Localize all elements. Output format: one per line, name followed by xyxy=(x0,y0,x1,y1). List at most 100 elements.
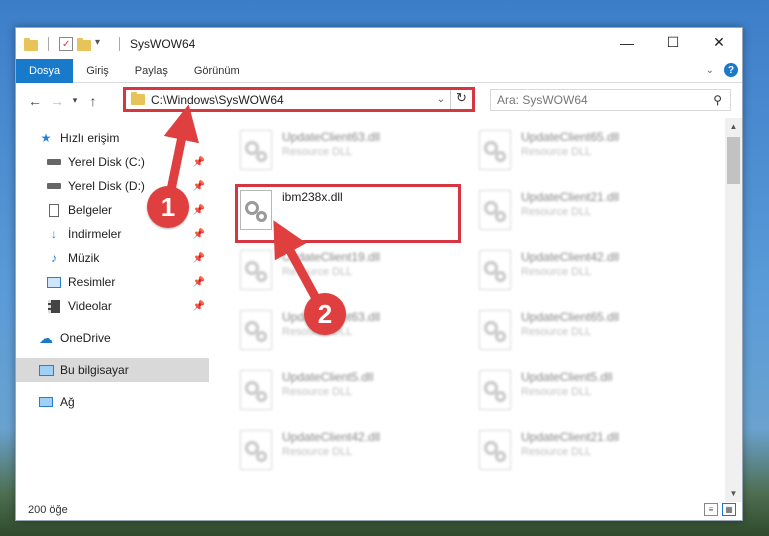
sidebar-item-label: Yerel Disk (D:) xyxy=(68,179,145,193)
tiles-view-icon[interactable]: ▦ xyxy=(722,503,736,516)
drive-icon xyxy=(46,154,62,170)
file-item[interactable]: UpdateClient63.dllResource DLL xyxy=(234,124,459,180)
maximize-button[interactable]: ☐ xyxy=(650,28,696,57)
minimize-button[interactable]: — xyxy=(604,28,650,57)
dll-file-icon xyxy=(240,250,272,290)
file-item[interactable]: UpdateClient42.dll Resource DLL xyxy=(234,424,459,480)
scroll-thumb[interactable] xyxy=(727,137,740,184)
new-folder-icon[interactable] xyxy=(77,37,91,51)
pin-icon[interactable]: 📌 xyxy=(193,157,205,168)
address-bar[interactable]: C:\Windows\SysWOW64 ⌄ ↻ xyxy=(123,87,475,112)
tab-paylas[interactable]: Paylaş xyxy=(122,59,181,83)
sidebar-item-this-pc[interactable]: Bu bilgisayar xyxy=(16,358,209,382)
video-icon xyxy=(46,298,62,314)
file-name: UpdateClient5.dll xyxy=(282,370,374,384)
file-type: Resource DLL xyxy=(282,266,353,278)
file-item[interactable]: UpdateClient21.dll Resource DLL xyxy=(473,184,698,240)
file-name: UpdateClient42.dll xyxy=(282,430,381,444)
cloud-icon: ☁ xyxy=(39,329,53,346)
tab-gorunum[interactable]: Görünüm xyxy=(181,59,253,83)
dll-file-icon xyxy=(240,430,272,470)
navigation-bar: ← → ▾ ↑ C:\Windows\SysWOW64 ⌄ ↻ Ara: Sys… xyxy=(16,83,742,118)
documents-icon xyxy=(46,202,62,218)
search-icon[interactable]: ⚲ xyxy=(713,93,722,107)
pin-icon[interactable]: 📌 xyxy=(193,301,205,312)
address-dropdown-icon[interactable]: ⌄ xyxy=(432,94,450,105)
sidebar-item-label: Resimler xyxy=(68,275,116,289)
explorer-window: ✓ ▾ SysWOW64 — ☐ ✕ Dosya Giriş Paylaş Gö… xyxy=(15,27,743,521)
sidebar-item-label: Ağ xyxy=(60,395,75,409)
sidebar-item-videos[interactable]: Videolar 📌 xyxy=(16,294,209,318)
sidebar-item-label: Videolar xyxy=(68,299,112,313)
vertical-scrollbar[interactable]: ▲ ▼ xyxy=(725,118,742,502)
sidebar-item-onedrive[interactable]: ☁ OneDrive xyxy=(16,326,209,350)
file-item[interactable]: UpdateClient65.dll Resource DLL xyxy=(473,304,698,360)
properties-icon[interactable]: ✓ xyxy=(59,36,73,51)
sidebar-item-local-disk-c[interactable]: Yerel Disk (C:) 📌 xyxy=(16,150,209,174)
download-icon: ↓ xyxy=(51,227,57,241)
step-badge-1: 1 xyxy=(147,186,189,228)
up-icon[interactable]: ↑ xyxy=(82,93,104,109)
file-type: Resource DLL xyxy=(521,386,592,398)
pin-icon[interactable]: 📌 xyxy=(193,253,205,264)
pin-icon[interactable]: 📌 xyxy=(193,277,205,288)
recent-locations-icon[interactable]: ▾ xyxy=(68,95,82,106)
file-item[interactable]: UpdateClient19.dll Resource DLL xyxy=(234,244,459,300)
sidebar-item-music[interactable]: ♪ Müzik 📌 xyxy=(16,246,209,270)
ribbon-tabs: Dosya Giriş Paylaş Görünüm ⌄ ? xyxy=(16,58,742,83)
customize-qa-icon[interactable]: ▾ xyxy=(95,37,109,51)
drive-icon xyxy=(46,178,62,194)
view-buttons: ≡ ▦ xyxy=(704,503,736,516)
computer-icon xyxy=(38,362,54,378)
sidebar-item-label: İndirmeler xyxy=(68,227,122,241)
file-type: Resource DLL xyxy=(521,446,592,458)
sidebar-item-quick-access[interactable]: ★ Hızlı erişim xyxy=(16,126,209,150)
search-placeholder: Ara: SysWOW64 xyxy=(497,93,588,107)
address-path[interactable]: C:\Windows\SysWOW64 xyxy=(151,93,432,107)
forward-icon[interactable]: → xyxy=(46,93,68,109)
file-type: Resource DLL xyxy=(521,266,592,278)
back-icon[interactable]: ← xyxy=(24,93,46,109)
expand-ribbon-icon[interactable]: ⌄ xyxy=(706,65,714,76)
refresh-icon[interactable]: ↻ xyxy=(450,90,472,109)
dll-file-icon xyxy=(479,310,511,350)
details-view-icon[interactable]: ≡ xyxy=(704,503,718,516)
file-type: Resource DLL xyxy=(521,206,592,218)
pin-icon[interactable]: 📌 xyxy=(193,229,205,240)
file-item[interactable]: UpdateClient21.dll Resource DLL xyxy=(473,424,698,480)
pictures-icon xyxy=(46,274,62,290)
dll-file-icon xyxy=(240,370,272,410)
tab-giris[interactable]: Giriş xyxy=(73,59,122,83)
music-icon: ♪ xyxy=(51,251,57,265)
scroll-up-icon[interactable]: ▲ xyxy=(725,118,742,135)
status-bar: 200 öğe ≡ ▦ xyxy=(16,500,742,520)
pin-icon[interactable]: 📌 xyxy=(193,205,205,216)
divider xyxy=(119,36,120,51)
file-item[interactable]: UpdateClient5.dll Resource DLL xyxy=(234,364,459,420)
sidebar-item-downloads[interactable]: ↓ İndirmeler 📌 xyxy=(16,222,209,246)
file-name: UpdateClient21.dll xyxy=(521,190,620,204)
help-icon[interactable]: ? xyxy=(724,63,738,77)
sidebar-item-pictures[interactable]: Resimler 📌 xyxy=(16,270,209,294)
file-name: UpdateClient65.dll xyxy=(521,310,620,324)
item-count: 200 öğe xyxy=(28,504,68,516)
file-item[interactable]: UpdateClient65.dll Resource DLL xyxy=(473,124,698,180)
network-icon xyxy=(38,394,54,410)
dll-file-icon xyxy=(479,130,511,170)
file-name: UpdateClient21.dll xyxy=(521,430,620,444)
quick-access-toolbar: ✓ ▾ SysWOW64 xyxy=(16,36,195,51)
file-item[interactable]: UpdateClient5.dll Resource DLL xyxy=(473,364,698,420)
file-name: UpdateClient65.dll xyxy=(521,130,620,144)
divider xyxy=(48,36,49,51)
pin-icon[interactable]: 📌 xyxy=(193,181,205,192)
sidebar-item-network[interactable]: Ağ xyxy=(16,390,209,414)
search-input[interactable]: Ara: SysWOW64 ⚲ xyxy=(490,89,731,111)
file-name: UpdateClient5.dll xyxy=(521,370,613,384)
tab-dosya[interactable]: Dosya xyxy=(16,58,74,83)
file-item[interactable]: UpdateClient63.dllResource DLL xyxy=(234,304,459,360)
sidebar-item-label: OneDrive xyxy=(60,331,111,345)
dll-file-icon xyxy=(479,370,511,410)
file-type: Resource DLL xyxy=(282,386,353,398)
file-item[interactable]: UpdateClient42.dll Resource DLL xyxy=(473,244,698,300)
close-button[interactable]: ✕ xyxy=(696,28,742,57)
